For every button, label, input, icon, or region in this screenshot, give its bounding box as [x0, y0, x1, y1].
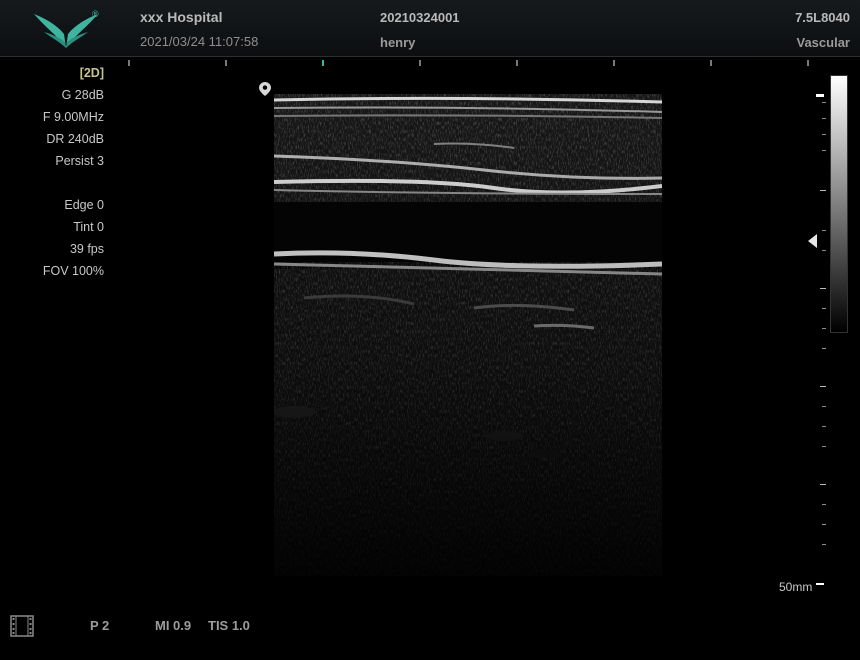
- persist-value: Persist 3: [55, 154, 104, 168]
- focus-marker-icon[interactable]: [808, 234, 817, 248]
- depth-scale: [812, 94, 826, 584]
- depth-tick: [822, 328, 826, 329]
- header-bar: ® xxx Hospital 2021/03/24 11:07:58 20210…: [0, 0, 860, 57]
- ruler-tick: [807, 60, 809, 66]
- edge-value: Edge 0: [64, 198, 104, 212]
- depth-tick-major: [820, 190, 826, 191]
- hospital-name: xxx Hospital: [140, 9, 223, 25]
- location-pin-icon[interactable]: [259, 82, 271, 96]
- tis-value: TIS 1.0: [208, 618, 250, 633]
- depth-tick: [822, 426, 826, 427]
- patient-id: 20210324001: [380, 10, 460, 25]
- depth-tick: [822, 406, 826, 407]
- ruler-tick: [225, 60, 227, 66]
- depth-tick: [822, 544, 826, 545]
- b-mode-scan: [274, 94, 662, 576]
- depth-tick: [822, 102, 826, 103]
- depth-tick: [822, 134, 826, 135]
- fps-value: 39 fps: [69, 242, 104, 256]
- registered-mark-icon: ®: [92, 9, 99, 19]
- grayscale-bar: [830, 75, 848, 333]
- depth-end-marker: [816, 583, 824, 585]
- depth-tick-major: [820, 288, 826, 289]
- ruler-tick: [710, 60, 712, 66]
- operator-name: henry: [380, 35, 416, 50]
- ruler-tick-active: [322, 60, 324, 66]
- ruler-tick: [613, 60, 615, 66]
- ruler-tick: [516, 60, 518, 66]
- ruler-tick: [128, 60, 130, 66]
- depth-tick: [822, 524, 826, 525]
- imaging-parameters: [2D] G 28dB F 9.00MHz DR 240dB Persist 3…: [43, 62, 104, 282]
- gain-value: G 28dB: [61, 88, 104, 102]
- depth-label: 50mm: [779, 580, 813, 594]
- frequency-value: F 9.00MHz: [42, 110, 104, 124]
- depth-tick: [822, 150, 826, 151]
- depth-tick: [822, 348, 826, 349]
- dynamic-range-value: DR 240dB: [46, 132, 104, 146]
- probe-model: 7.5L8040: [795, 10, 850, 25]
- depth-tick: [822, 250, 826, 251]
- ruler-tick: [419, 60, 421, 66]
- ultrasound-image[interactable]: [274, 94, 662, 576]
- depth-tick-major: [820, 386, 826, 387]
- fov-value: FOV 100%: [42, 264, 104, 278]
- mi-value: MI 0.9: [155, 618, 192, 633]
- depth-tick: [822, 446, 826, 447]
- ultrasound-screen: ® xxx Hospital 2021/03/24 11:07:58 20210…: [0, 0, 860, 660]
- exam-preset: Vascular: [796, 35, 851, 50]
- depth-tick-major: [820, 484, 826, 485]
- depth-tick: [822, 308, 826, 309]
- mode-label: [2D]: [79, 66, 104, 80]
- depth-tick: [822, 118, 826, 119]
- exam-datetime: 2021/03/24 11:07:58: [140, 34, 259, 49]
- tint-value: Tint 0: [73, 220, 104, 234]
- page-indicator: P 2: [90, 618, 110, 633]
- depth-tick: [822, 504, 826, 505]
- film-strip-icon[interactable]: [10, 614, 34, 638]
- depth-tick: [822, 230, 826, 231]
